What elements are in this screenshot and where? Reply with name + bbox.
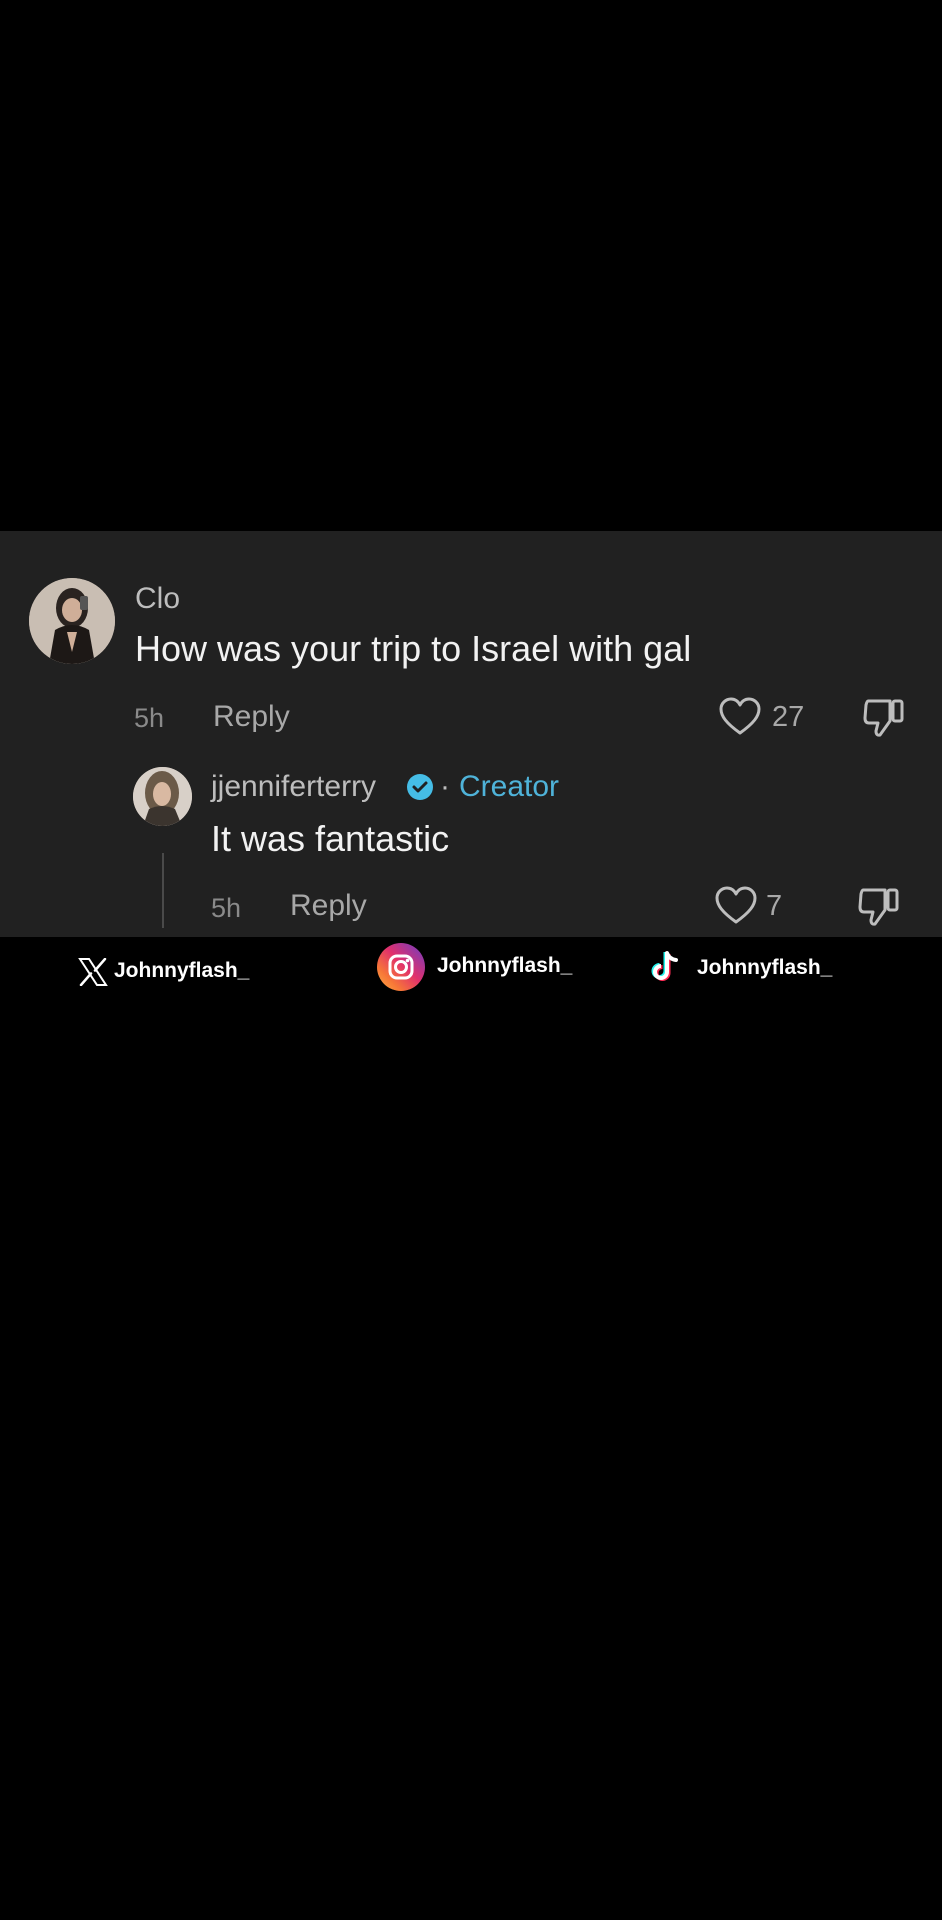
- reply-to-reply-button[interactable]: Reply: [290, 889, 367, 923]
- avatar-photo: [133, 767, 192, 826]
- tiktok-logo-icon: [651, 951, 678, 981]
- instagram-logo-icon: [377, 943, 425, 991]
- instagram-handle[interactable]: Johnnyflash_: [437, 954, 572, 978]
- tiktok-handle[interactable]: Johnnyflash_: [697, 956, 832, 980]
- comment-timestamp: 5h: [134, 703, 165, 733]
- creator-avatar[interactable]: [133, 767, 192, 826]
- verified-icon: [407, 774, 433, 800]
- heart-icon[interactable]: [714, 886, 758, 926]
- like-count: 27: [772, 701, 805, 733]
- comment-text: How was your trip to Israel with gal: [135, 628, 692, 669]
- commenter-avatar[interactable]: [29, 578, 115, 664]
- dislike-icon[interactable]: [857, 886, 901, 928]
- dislike-icon[interactable]: [862, 697, 906, 739]
- avatar-photo: [29, 578, 115, 664]
- heart-icon[interactable]: [718, 697, 762, 737]
- reply-timestamp: 5h: [211, 893, 242, 923]
- reply-button[interactable]: Reply: [213, 700, 290, 734]
- reply-like-count: 7: [766, 890, 783, 922]
- creator-username[interactable]: jjenniferterry: [211, 770, 376, 804]
- creator-badge: Creator: [459, 770, 560, 803]
- separator-dot: ·: [440, 770, 450, 803]
- x-logo-icon: [78, 958, 108, 986]
- x-handle[interactable]: Johnnyflash_: [114, 959, 249, 983]
- thread-line: [162, 853, 164, 928]
- reply-text: It was fantastic: [211, 818, 450, 859]
- commenter-username[interactable]: Clo: [135, 582, 180, 616]
